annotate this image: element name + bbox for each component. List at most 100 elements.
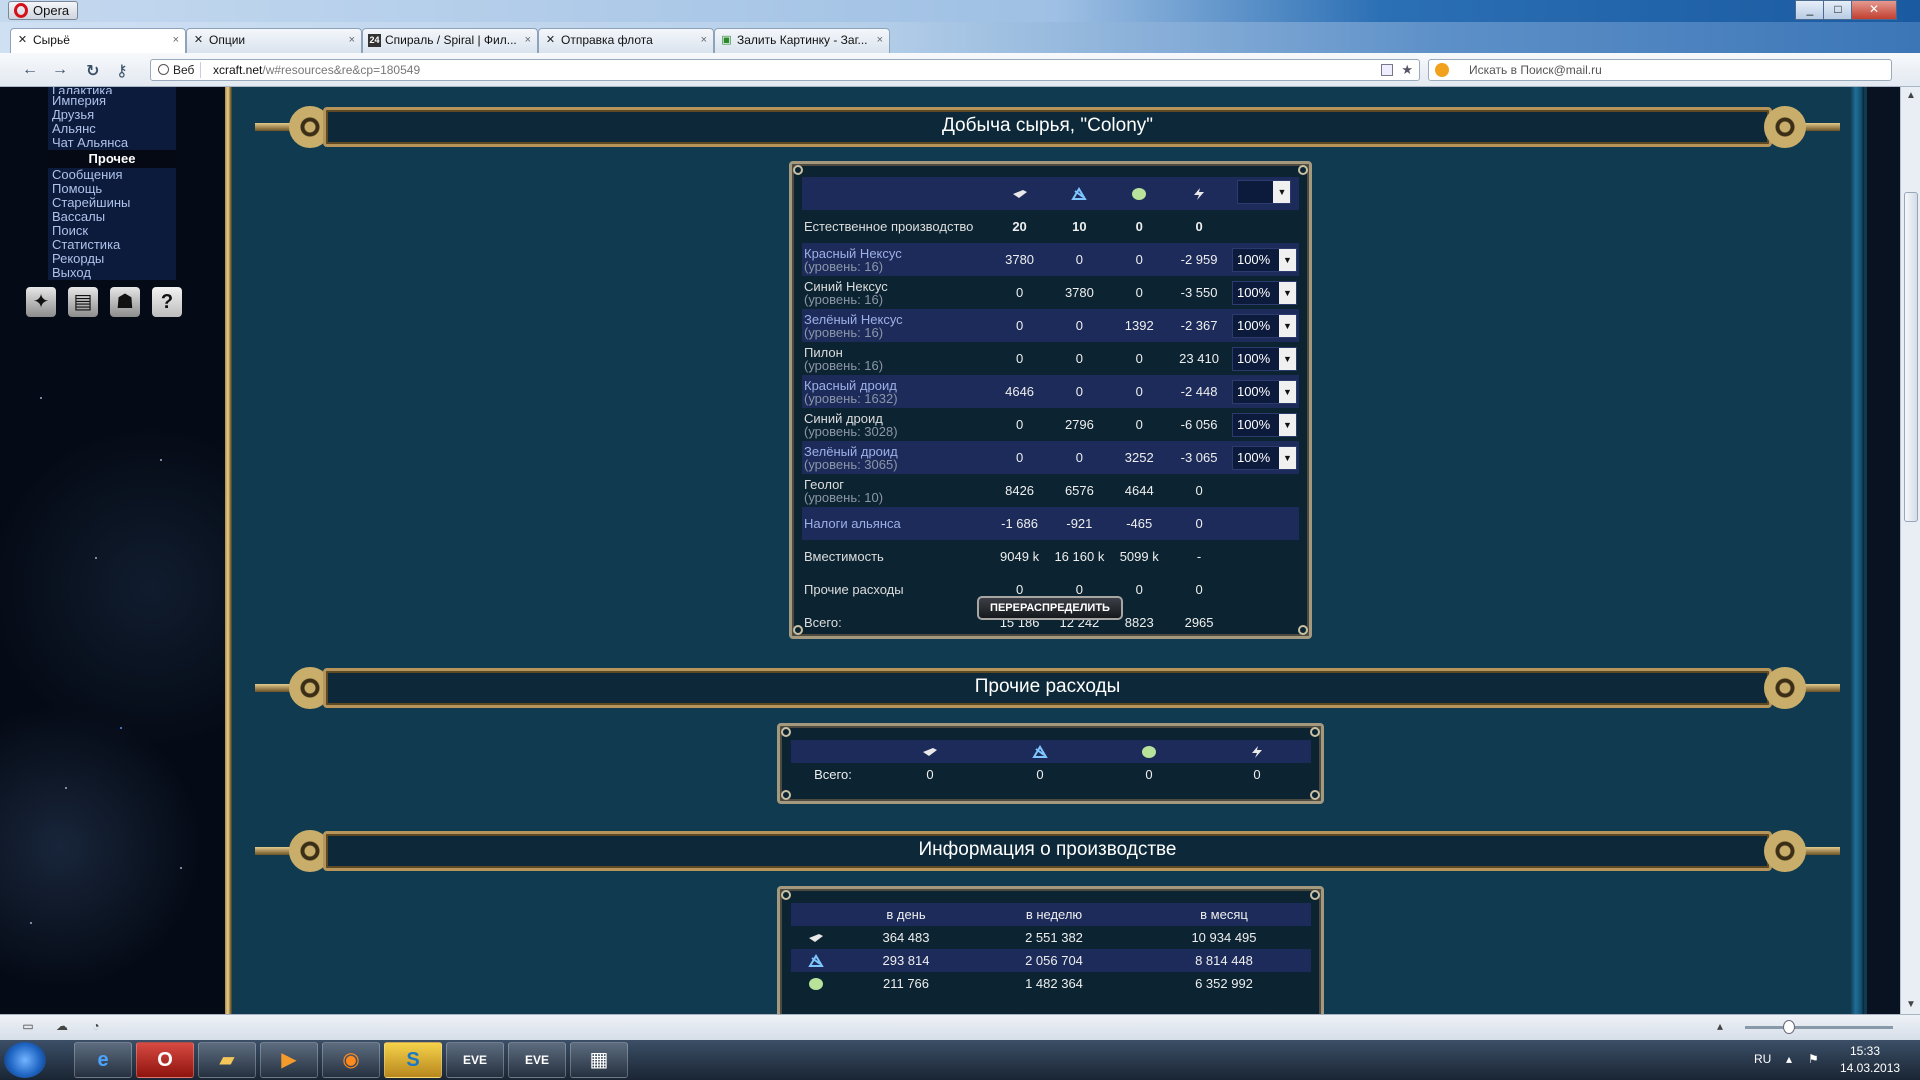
language-indicator[interactable]: RU <box>1754 1052 1771 1066</box>
tab-fleet[interactable]: ✕ Отправка флота × <box>538 28 714 53</box>
scroll-up-icon[interactable]: ▲ <box>1901 87 1920 105</box>
scroll-down-icon[interactable]: ▼ <box>1901 996 1920 1014</box>
tab-resources[interactable]: ✕ Сырьё × <box>10 28 186 54</box>
value-metal: 0 <box>1015 351 1024 366</box>
opera-taskbar-icon[interactable]: O <box>136 1042 194 1078</box>
officer-icon[interactable]: ☗ <box>110 287 140 317</box>
cloud-icon[interactable]: ☁ <box>54 1019 70 1035</box>
tab-close-icon[interactable]: × <box>701 29 707 52</box>
chevron-down-icon: ▼ <box>1278 281 1296 304</box>
clock-time[interactable]: 15:33 <box>1850 1044 1880 1058</box>
menu-item-alliance-chat[interactable]: Чат Альянса <box>48 136 176 150</box>
menu-item-help[interactable]: Помощь <box>48 182 176 196</box>
alliance-icon[interactable]: ✦ <box>26 287 56 317</box>
page-title: Добыча сырья, "Colony" <box>941 115 1154 136</box>
page-scrollbar[interactable]: ▲ ▼ <box>1900 87 1920 1014</box>
firefox-icon[interactable]: ◉ <box>322 1042 380 1078</box>
value-crystal: 6576 <box>1064 483 1094 498</box>
scrollbar-thumb[interactable] <box>1904 192 1918 522</box>
production-percent-select[interactable]: 100% ▼ <box>1231 379 1297 404</box>
calculator-icon[interactable]: ▦ <box>570 1042 628 1078</box>
production-percent-select[interactable]: 100% ▼ <box>1231 346 1297 371</box>
network-icon[interactable]: ⚑ <box>1808 1052 1819 1066</box>
help-icon[interactable]: ? <box>152 287 182 317</box>
header-crystal <box>985 740 1095 763</box>
menu-header-other: Прочее <box>48 150 176 168</box>
row-level-label: (уровень: 3065) <box>804 456 898 472</box>
menu-item-alliance[interactable]: Альянс <box>48 122 176 136</box>
address-bar[interactable]: Веб xcraft.net/w#resources&re&cp=180549 … <box>150 59 1420 81</box>
menu-item-empire[interactable]: Империя <box>48 94 176 108</box>
folder-icon[interactable]: ▰ <box>198 1042 256 1078</box>
menu-item-friends[interactable]: Друзья <box>48 108 176 122</box>
eve-icon[interactable]: EVE <box>508 1042 566 1078</box>
corner-ornament <box>1310 790 1320 800</box>
menu-item-messages[interactable]: Сообщения <box>48 168 176 182</box>
reload-icon[interactable]: ↻ <box>86 61 99 81</box>
menu-item-vassals[interactable]: Вассалы <box>48 210 176 224</box>
tab-close-icon[interactable]: × <box>349 29 355 52</box>
menu-item-records[interactable]: Рекорды <box>48 252 176 266</box>
feed-icon[interactable] <box>1381 64 1393 76</box>
security-badge[interactable]: Веб <box>155 62 202 78</box>
percent-cell: 100% ▼ <box>1229 408 1299 441</box>
crystal-per-day: 293 814 <box>841 949 971 972</box>
tab-close-icon[interactable]: × <box>525 29 531 52</box>
deuterium-icon <box>1132 188 1147 201</box>
header-filter-select[interactable]: ▼ <box>1237 180 1292 204</box>
bookmark-star-icon[interactable]: ★ <box>1401 60 1413 80</box>
tab-options[interactable]: ✕ Опции × <box>186 28 362 53</box>
production-percent-select[interactable]: 100% ▼ <box>1231 280 1297 305</box>
header-icon-cell <box>791 903 841 926</box>
production-percent-select[interactable]: 100% ▼ <box>1231 412 1297 437</box>
key-icon[interactable]: ⚷ <box>116 61 128 81</box>
menu-item-logout[interactable]: Выход <box>48 266 176 280</box>
percent-value: 100% <box>1236 449 1271 465</box>
menu-item-statistics[interactable]: Статистика <box>48 238 176 252</box>
zoom-out-icon[interactable]: ▴ <box>1712 1019 1728 1035</box>
tab-label: Отправка флота <box>561 33 653 47</box>
start-button[interactable] <box>4 1042 46 1078</box>
value-crystal: 0 <box>1075 351 1084 366</box>
xcraft-favicon-icon: ✕ <box>17 34 28 46</box>
value-energy: -6 056 <box>1180 417 1218 432</box>
percent-cell: 100% ▼ <box>1229 342 1299 375</box>
zoom-slider-knob[interactable] <box>1783 1020 1795 1034</box>
media-player-icon[interactable]: ▶ <box>260 1042 318 1078</box>
zoom-slider[interactable] <box>1745 1020 1893 1034</box>
value-deuterium: 0 <box>1135 417 1143 432</box>
maximize-button[interactable]: □ <box>1823 0 1853 20</box>
close-window-button[interactable]: ✕ <box>1851 0 1897 20</box>
tab-upload-image[interactable]: ▣ Залить Картинку - Заг... × <box>714 28 890 53</box>
tab-close-icon[interactable]: × <box>877 29 883 52</box>
forward-icon[interactable]: → <box>52 61 68 79</box>
section-title: Информация о производстве <box>918 839 1177 860</box>
tab-close-icon[interactable]: × <box>173 29 179 52</box>
production-info-banner: Информация о производстве <box>255 823 1840 879</box>
eve-icon[interactable]: EVE <box>446 1042 504 1078</box>
search-input[interactable]: Искать в Поиск@mail.ru <box>1428 59 1892 81</box>
production-percent-select[interactable]: 100% ▼ <box>1231 247 1297 272</box>
speed-dial-icon[interactable]: ◔ <box>88 1019 104 1035</box>
value-deuterium: 0 <box>1109 243 1170 276</box>
production-percent-select[interactable]: 100% ▼ <box>1231 313 1297 338</box>
ie-icon[interactable]: e <box>74 1042 132 1078</box>
menu-item-elders[interactable]: Старейшины <box>48 196 176 210</box>
minimize-button[interactable]: _ <box>1795 0 1825 20</box>
menu-item-search[interactable]: Поиск <box>48 224 176 238</box>
corner-ornament <box>781 727 791 737</box>
skype-icon[interactable]: S <box>384 1042 442 1078</box>
value-crystal: 0 <box>1049 243 1110 276</box>
book-icon[interactable]: ▤ <box>68 287 98 317</box>
redistribute-button[interactable]: ПЕРЕРАСПРЕДЕЛИТЬ <box>977 596 1123 620</box>
clock-date[interactable]: 14.03.2013 <box>1840 1061 1900 1075</box>
opera-menu-button[interactable]: Opera <box>8 1 79 20</box>
percent-cell <box>1229 540 1299 573</box>
percent-value: 100% <box>1236 251 1271 267</box>
back-icon[interactable]: ← <box>22 61 38 79</box>
tray-expand-icon[interactable]: ▴ <box>1786 1052 1792 1066</box>
panel-toggle-icon[interactable]: ▭ <box>20 1019 36 1035</box>
tab-spiral[interactable]: 24 Спираль / Spiral | Фил... × <box>362 28 538 53</box>
title-bar: Opera _ □ ✕ <box>0 0 1920 22</box>
production-percent-select[interactable]: 100% ▼ <box>1231 445 1297 470</box>
